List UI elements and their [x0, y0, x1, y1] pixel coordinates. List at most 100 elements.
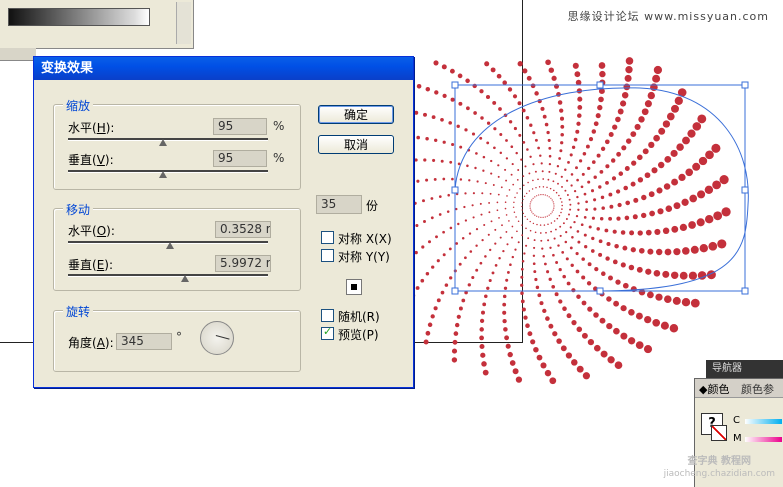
spiral-dot: [517, 220, 520, 223]
copies-input[interactable]: 35: [316, 195, 362, 214]
spiral-dot: [711, 143, 721, 153]
scale-vertical-slider-thumb[interactable]: [159, 171, 167, 178]
preview-label[interactable]: 预览(P): [338, 326, 379, 343]
spiral-dot: [497, 164, 500, 167]
spiral-dot: [464, 128, 468, 132]
spiral-dot: [671, 178, 679, 186]
move-vertical-slider[interactable]: [68, 274, 268, 277]
spiral-dot: [679, 271, 688, 280]
move-vertical-slider-thumb[interactable]: [181, 275, 189, 282]
spiral-dot: [576, 294, 581, 299]
spiral-dot: [493, 127, 497, 131]
spiral-dot: [553, 237, 556, 240]
ok-button[interactable]: 确定: [318, 105, 394, 124]
spiral-dot: [644, 172, 651, 179]
spiral-dot: [519, 188, 521, 190]
selection-handle[interactable]: [741, 81, 749, 89]
spiral-dot: [560, 175, 563, 178]
random-checkbox[interactable]: [321, 309, 334, 322]
dialog-title[interactable]: 变换效果: [34, 57, 413, 80]
selection-handle[interactable]: [741, 287, 749, 295]
selection-handle[interactable]: [596, 81, 604, 89]
tab-color-reference[interactable]: 颜色参: [741, 381, 774, 397]
scale-vertical-input[interactable]: 95: [213, 150, 267, 167]
spiral-dot: [423, 158, 427, 162]
spiral-dot: [561, 185, 563, 188]
cyan-slider[interactable]: [745, 419, 782, 424]
selection-handle[interactable]: [451, 186, 459, 194]
reference-point-locator[interactable]: [346, 279, 362, 295]
spiral-dot: [642, 148, 649, 155]
spiral-dot: [494, 228, 497, 231]
selection-handle[interactable]: [596, 287, 604, 295]
spiral-dot: [466, 106, 470, 111]
spiral-dot: [431, 115, 436, 120]
spiral-dot: [546, 270, 550, 274]
magenta-slider[interactable]: [745, 437, 782, 442]
spiral-dot: [638, 116, 645, 123]
move-horizontal-slider-thumb[interactable]: [166, 242, 174, 249]
spiral-dot: [540, 239, 543, 242]
spiral-dot: [475, 152, 478, 155]
tab-color[interactable]: ◆颜色: [699, 381, 729, 397]
spiral-dot: [636, 266, 643, 273]
scale-horizontal-slider-thumb[interactable]: [159, 139, 167, 146]
reflect-x-label[interactable]: 对称 X(X): [338, 230, 392, 247]
spiral-dot: [538, 186, 541, 188]
rotate-angle-input[interactable]: 345: [116, 333, 172, 350]
scale-horizontal-slider[interactable]: [68, 138, 268, 141]
spiral-dot: [531, 211, 533, 213]
spiral-dot: [645, 268, 652, 275]
spiral-dot: [464, 192, 467, 195]
random-label[interactable]: 随机(R): [338, 308, 380, 325]
spiral-dot: [427, 322, 433, 328]
scale-horizontal-input[interactable]: 95: [213, 118, 267, 135]
move-vertical-input[interactable]: 5.9972 r: [215, 255, 271, 272]
spiral-dot: [433, 177, 437, 181]
spiral-dot: [568, 213, 570, 216]
spiral-dot: [615, 116, 621, 123]
spiral-dot: [520, 158, 523, 161]
spiral-dot: [560, 133, 564, 137]
spiral-dot: [583, 192, 587, 196]
spiral-dot: [569, 226, 572, 229]
spiral-dot: [526, 75, 532, 81]
reflect-x-checkbox[interactable]: [321, 231, 334, 244]
preview-checkbox[interactable]: [321, 325, 334, 340]
watermark-bottom: 查字典 教程网 jiaocheng.chazidian.com: [663, 456, 775, 479]
reflect-y-checkbox[interactable]: [321, 249, 334, 262]
spiral-dot: [623, 185, 628, 191]
spiral-dot: [440, 290, 445, 295]
spiral-dot: [559, 149, 563, 153]
navigator-tab[interactable]: 导航器: [706, 360, 783, 378]
spiral-dot: [575, 129, 580, 134]
spiral-dot: [438, 195, 442, 198]
spiral-dot: [425, 178, 429, 182]
spiral-dot: [588, 225, 592, 229]
scale-vertical-slider[interactable]: [68, 170, 268, 173]
spiral-dot: [534, 91, 539, 96]
spiral-dot: [508, 189, 511, 191]
spiral-dot: [627, 337, 636, 345]
spiral-dot: [475, 228, 479, 231]
spiral-dot: [529, 203, 531, 205]
spiral-dot: [545, 59, 551, 66]
move-horizontal-input[interactable]: 0.3528 r: [215, 221, 271, 238]
spiral-dot: [635, 341, 644, 349]
stroke-none-icon[interactable]: [711, 425, 727, 441]
spiral-dot: [415, 223, 419, 228]
spiral-dot: [482, 302, 487, 307]
selection-handle[interactable]: [451, 81, 459, 89]
selection-handle[interactable]: [451, 287, 459, 295]
spiral-dot: [516, 230, 518, 233]
spiral-dot: [544, 194, 546, 196]
reflect-y-label[interactable]: 对称 Y(Y): [338, 248, 390, 265]
spiral-dot: [471, 204, 474, 207]
spiral-dot: [561, 251, 565, 254]
spiral-dot: [532, 222, 535, 225]
spiral-dot: [577, 96, 583, 102]
spiral-dot: [546, 215, 548, 217]
cancel-button[interactable]: 取消: [318, 135, 394, 154]
spiral-dot: [480, 116, 484, 120]
selection-handle[interactable]: [741, 186, 749, 194]
